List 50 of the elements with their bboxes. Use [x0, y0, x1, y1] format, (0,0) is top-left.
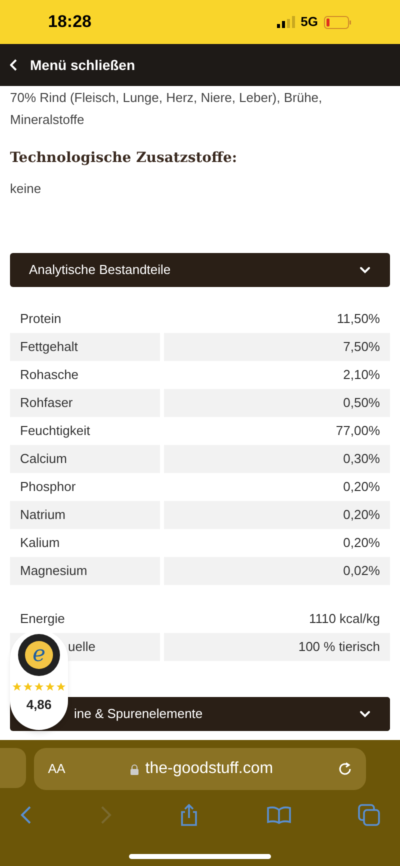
table-cell: Fettgehalt	[10, 332, 160, 360]
table-cell-text: 11,50%	[336, 310, 381, 328]
address-field[interactable]: AA the-goodstuff.com	[34, 748, 366, 790]
star-icon	[56, 682, 66, 692]
table-cell-text: 0,20%	[342, 478, 381, 496]
tab-preview[interactable]	[0, 748, 26, 788]
signal-icon	[276, 16, 295, 28]
table-cell: Calcium	[10, 444, 160, 472]
table-cell-text: Feuchtigkeit	[19, 422, 92, 440]
rating-value: 4,86	[26, 696, 52, 714]
url-text: the-goodstuff.com	[145, 759, 274, 779]
table-cell-text: 2,10%	[342, 366, 381, 384]
table-cell-text: Energie	[19, 610, 66, 628]
table-cell-text: 1110 kcal/kg	[308, 610, 381, 628]
forward-icon[interactable]	[100, 805, 112, 825]
reload-icon[interactable]	[338, 762, 352, 776]
book-icon[interactable]	[266, 806, 290, 824]
star-icon	[45, 682, 55, 692]
lock-icon	[130, 764, 140, 774]
table-cell-text: Kalium	[19, 534, 61, 552]
star-icon	[23, 682, 33, 692]
table-cell: Rohfaser	[10, 388, 160, 416]
table-cell-text: 77,00%	[334, 422, 381, 440]
table-cell: Magnesium	[10, 556, 160, 584]
table-cell: 7,50%	[164, 332, 390, 360]
star-icon	[12, 682, 22, 692]
network-label: 5G	[300, 13, 318, 32]
tabs-icon[interactable]	[358, 804, 380, 826]
accordion-title: ine & Spurenelemente	[74, 704, 203, 723]
table-cell-text: 0,20%	[342, 534, 381, 552]
table-cell: 0,30%	[164, 444, 390, 472]
table-cell: 100 % tierisch	[164, 632, 390, 660]
accordion-header[interactable]: Analytische Bestandteile	[10, 252, 390, 286]
table-cell-text: Rohasche	[19, 366, 80, 384]
section-heading: Technologische Zusatzstoffe:	[10, 149, 238, 168]
table-cell: 0,02%	[164, 556, 390, 584]
star-icon	[34, 682, 44, 692]
share-icon[interactable]	[179, 804, 199, 826]
clock: 18:28	[48, 11, 92, 34]
additives-text: keine	[10, 180, 42, 198]
composition-text: 70% Rind (Fleisch, Lunge, Herz, Niere, Leber), Brühe, Mineralstoffe	[10, 89, 324, 129]
table-cell: 0,50%	[164, 388, 390, 416]
close-menu-link[interactable]: Menü schließen	[30, 54, 136, 76]
text-size-button[interactable]: AA	[48, 759, 66, 779]
accordion-title: Analytische Bestandteile	[29, 260, 171, 279]
table-cell: 0,20%	[164, 500, 390, 528]
table-cell: Natrium	[10, 500, 160, 528]
table-cell-text: Protein	[19, 310, 62, 328]
table-cell-text: Phosphor	[19, 478, 77, 496]
trust-badge[interactable]: e 4,86	[10, 630, 68, 730]
